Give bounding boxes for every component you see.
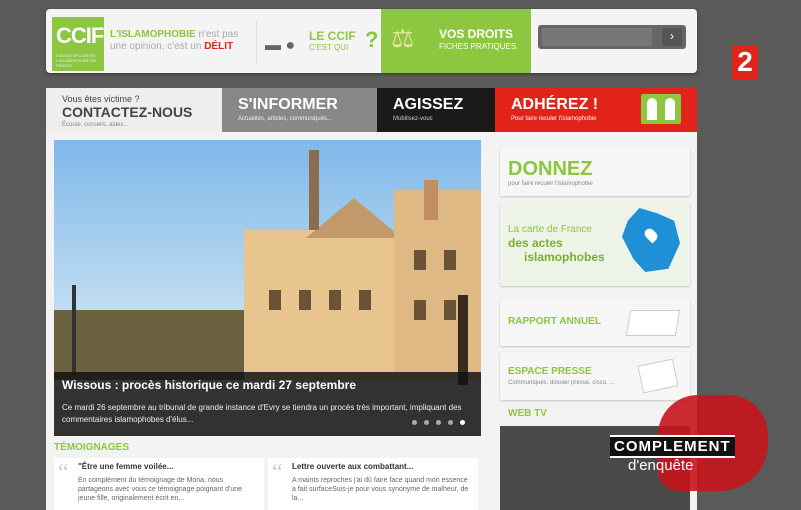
slogan-part1: n'est pas bbox=[198, 29, 239, 40]
droits-subtitle: FICHES PRATIQUES bbox=[439, 42, 517, 51]
slogan: L'ISLAMOPHOBIE n'est pas une opinion, c'… bbox=[110, 29, 238, 53]
temoignage-body: A maints reproches j'ai dû faire face qu… bbox=[292, 477, 469, 502]
temoignage-title: Lettre ouverte aux combattant... bbox=[292, 462, 414, 471]
temoignage-body: En complément du témoignage de Mona, nou… bbox=[78, 477, 243, 502]
tab-informer-label: S'INFORMER bbox=[238, 96, 338, 113]
slider-dot[interactable] bbox=[424, 420, 429, 425]
tab-adherez-sub: Pour faire reculer l'islamophobie bbox=[511, 116, 597, 122]
members-icon bbox=[641, 94, 681, 124]
tab-adherez[interactable]: ADHÉREZ ! Pour faire reculer l'islamopho… bbox=[495, 88, 697, 132]
main-nav: Vous êtes victime ? CONTACTEZ-NOUS Écout… bbox=[46, 88, 697, 132]
tab-s-informer[interactable]: S'INFORMER Actualités, articles, communi… bbox=[222, 88, 377, 132]
ccif-who-link[interactable]: ▬ ● LE CCIF C'EST QUI ? bbox=[256, 21, 386, 65]
donnez-title: DONNEZ bbox=[508, 158, 593, 180]
hero-image-tower bbox=[309, 150, 319, 230]
hero-image-chimney bbox=[424, 180, 438, 220]
slogan-keyword: L'ISLAMOPHOBIE bbox=[110, 29, 196, 40]
logo-subtext: COLLECTIF CONTRE L'ISLAMOPHOBIE EN FRANC… bbox=[56, 53, 97, 68]
tab-contact-sup: Vous êtes victime ? bbox=[62, 94, 140, 104]
slider-dot[interactable] bbox=[412, 420, 417, 425]
tab-agissez-label: AGISSEZ bbox=[393, 96, 464, 113]
tab-contact-label: CONTACTEZ-NOUS bbox=[62, 104, 193, 120]
temoignage-card[interactable]: “ Lettre ouverte aux combattant... A mai… bbox=[268, 458, 478, 510]
hero-caption[interactable]: Wissous : procès historique ce mardi 27 … bbox=[54, 372, 481, 436]
temoignage-card[interactable]: “ "Être une femme voilée... En complémen… bbox=[54, 458, 264, 510]
search-box: › bbox=[538, 25, 686, 49]
carte-france-link[interactable]: La carte de France des actes islamophobe… bbox=[500, 202, 690, 286]
site-header: CCIF COLLECTIF CONTRE L'ISLAMOPHOBIE EN … bbox=[46, 9, 697, 73]
logo-line2: d'enquête bbox=[628, 457, 694, 474]
open-book-icon bbox=[625, 310, 681, 336]
people-icon: ▬ ● bbox=[265, 37, 296, 54]
scale-of-justice-icon: ⚖ bbox=[391, 23, 415, 53]
slider-dot-active[interactable] bbox=[460, 420, 465, 425]
presse-subtitle: Communiqués, dossier presse, cisco, ... bbox=[508, 380, 615, 386]
quote-icon: “ bbox=[272, 460, 283, 486]
tab-agissez-sub: Mobilisez-vous bbox=[393, 116, 433, 122]
rapport-title: RAPPORT ANNUEL bbox=[508, 316, 601, 327]
slogan-delit: DÉLIT bbox=[204, 41, 234, 52]
logo-text: CCIF bbox=[56, 23, 104, 48]
espace-presse-link[interactable]: ESPACE PRESSE Communiqués, dossier press… bbox=[500, 352, 690, 400]
carte-line1: La carte de France bbox=[508, 224, 592, 235]
hero-title[interactable]: Wissous : procès historique ce mardi 27 … bbox=[62, 378, 356, 392]
donnez-subtitle: pour faire reculer l'islamophobie bbox=[508, 181, 593, 187]
temoignages-title: TÉMOIGNAGES bbox=[54, 442, 130, 453]
hero-image-trees bbox=[54, 310, 254, 380]
tab-agissez[interactable]: AGISSEZ Mobilisez-vous bbox=[377, 88, 495, 132]
newspaper-icon bbox=[637, 358, 679, 394]
carte-line3: islamophobes bbox=[524, 250, 605, 264]
carte-line2: des actes bbox=[508, 236, 563, 250]
slogan-part2: une opinion, c'est un bbox=[110, 41, 202, 52]
tab-adherez-label: ADHÉREZ ! bbox=[511, 96, 599, 113]
ccif-logo[interactable]: CCIF COLLECTIF CONTRE L'ISLAMOPHOBIE EN … bbox=[52, 17, 104, 71]
slider-dot[interactable] bbox=[436, 420, 441, 425]
complement-enquete-logo: COMPLEMENT d'enquête bbox=[606, 395, 796, 505]
logo-line1: COMPLEMENT bbox=[610, 435, 735, 458]
rapport-annuel-link[interactable]: RAPPORT ANNUEL bbox=[500, 300, 690, 346]
vos-droits-link[interactable]: ⚖ VOS DROITS FICHES PRATIQUES bbox=[381, 9, 531, 73]
droits-title: VOS DROITS bbox=[439, 27, 514, 41]
search-input[interactable] bbox=[542, 28, 652, 46]
quote-icon: “ bbox=[58, 460, 69, 486]
temoignage-title: "Être une femme voilée... bbox=[78, 462, 174, 471]
webtv-title: WEB TV bbox=[508, 408, 547, 419]
tab-informer-sub: Actualités, articles, communiqués... bbox=[238, 116, 333, 122]
france2-channel-badge: 2 bbox=[732, 45, 758, 79]
hero-image-lamp bbox=[72, 285, 76, 375]
tab-contact-sub: Écoute, conseils, aides... bbox=[62, 122, 129, 128]
donnez-button[interactable]: DONNEZ pour faire reculer l'islamophobie bbox=[500, 148, 690, 196]
presse-title: ESPACE PRESSE bbox=[508, 366, 592, 377]
slider-dots bbox=[405, 412, 465, 430]
hero-slider[interactable]: Wissous : procès historique ce mardi 27 … bbox=[54, 140, 481, 436]
slider-dot[interactable] bbox=[448, 420, 453, 425]
main-content: Wissous : procès historique ce mardi 27 … bbox=[46, 132, 697, 510]
question-mark-icon: ? bbox=[365, 27, 379, 52]
search-submit-button[interactable]: › bbox=[662, 28, 682, 46]
who-subtitle: C'EST QUI bbox=[309, 43, 349, 52]
who-title: LE CCIF bbox=[309, 29, 356, 43]
tab-contactez-nous[interactable]: Vous êtes victime ? CONTACTEZ-NOUS Écout… bbox=[46, 88, 222, 132]
